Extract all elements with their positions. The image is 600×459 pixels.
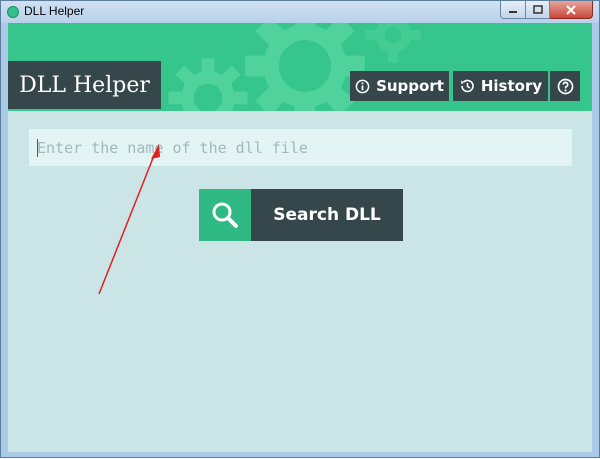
app-window: DLL Helper DLL Helper Support History En… [0, 0, 600, 458]
annotation-arrow-icon [98, 144, 160, 295]
